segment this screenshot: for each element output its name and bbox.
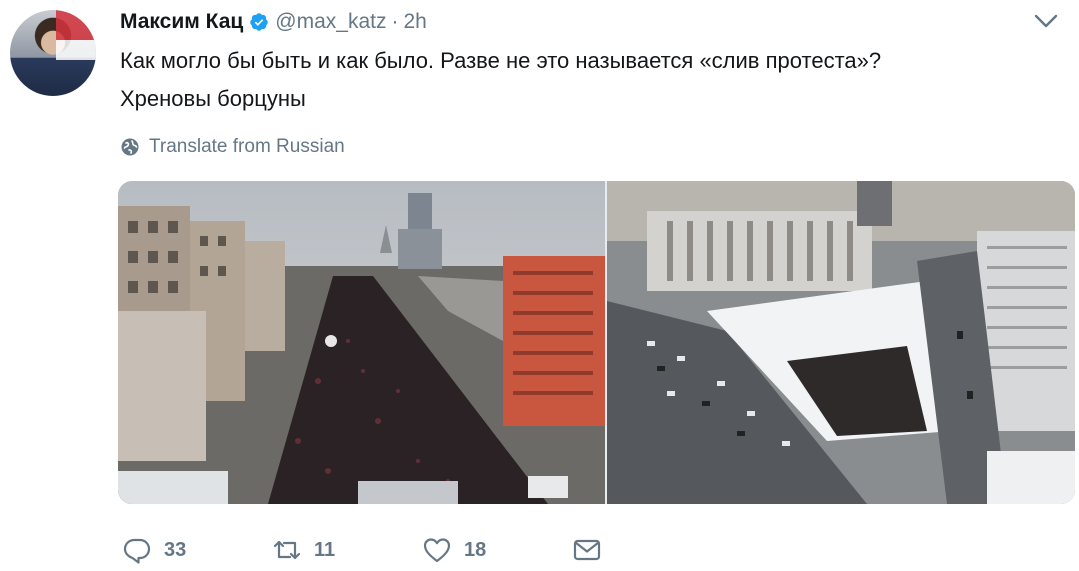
direct-message-button[interactable] bbox=[572, 533, 602, 567]
tweet-timestamp[interactable]: 2h bbox=[403, 10, 426, 34]
retweet-button[interactable]: 11 bbox=[272, 533, 422, 567]
tweet-header: Максим Кац @max_katz · 2h bbox=[120, 6, 427, 38]
author-handle[interactable]: @max_katz bbox=[275, 10, 386, 34]
reply-button[interactable]: 33 bbox=[122, 533, 272, 567]
crowd-photo-image bbox=[118, 181, 605, 504]
photo-square-aerial[interactable] bbox=[607, 181, 1075, 504]
tweet-text-line-2: Хреновы борцуны bbox=[120, 86, 306, 111]
tweet-text-line-1: Как могло бы быть и как было. Разве не э… bbox=[120, 48, 882, 73]
heart-icon bbox=[423, 538, 451, 563]
author-name[interactable]: Максим Кац bbox=[120, 10, 243, 34]
like-count: 18 bbox=[464, 538, 487, 561]
chevron-down-icon[interactable] bbox=[1033, 12, 1059, 30]
envelope-icon bbox=[573, 539, 601, 561]
media-grid bbox=[118, 181, 1075, 504]
tweet-actions: 33 11 18 bbox=[122, 533, 602, 567]
avatar[interactable] bbox=[10, 10, 96, 96]
translate-link[interactable]: Translate from Russian bbox=[120, 134, 345, 160]
avatar-flag-background bbox=[56, 10, 96, 60]
photo-protest-crowd[interactable] bbox=[118, 181, 605, 504]
retweet-icon bbox=[273, 540, 301, 560]
retweet-count: 11 bbox=[314, 538, 336, 561]
tweet-text: Как могло бы быть и как было. Разве не э… bbox=[120, 42, 1060, 118]
separator-dot: · bbox=[391, 10, 399, 33]
reply-icon bbox=[123, 538, 151, 564]
square-photo-image bbox=[607, 181, 1075, 504]
reply-count: 33 bbox=[164, 538, 187, 561]
translate-label: Translate from Russian bbox=[149, 136, 345, 157]
verified-badge-icon bbox=[250, 13, 269, 31]
globe-icon bbox=[121, 138, 139, 156]
tweet[interactable]: Максим Кац @max_katz · 2h Как могло бы б… bbox=[0, 0, 1079, 571]
like-button[interactable]: 18 bbox=[422, 533, 572, 567]
